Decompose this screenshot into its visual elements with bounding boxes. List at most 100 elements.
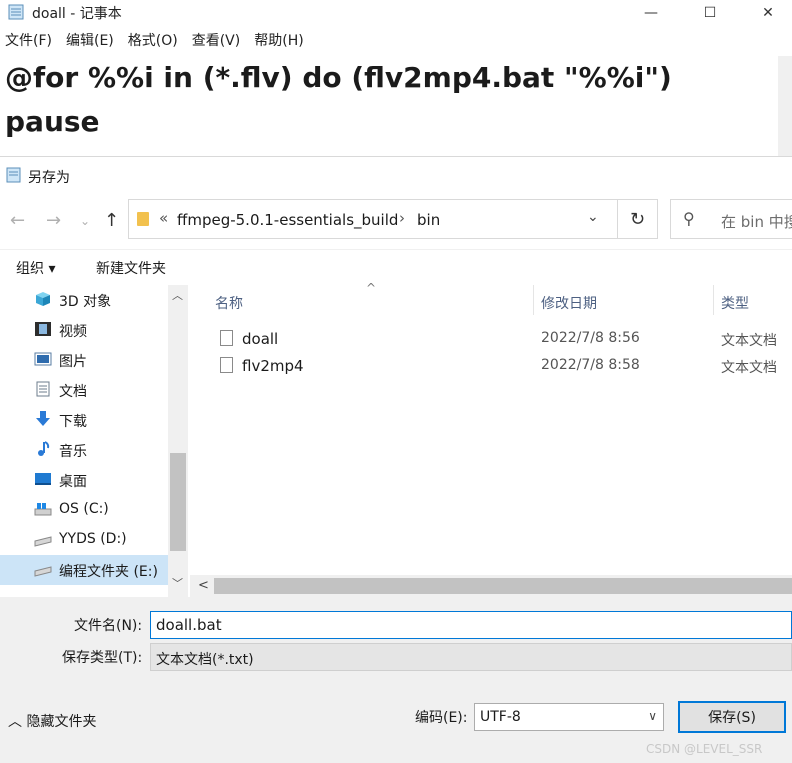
new-folder-button[interactable]: 新建文件夹	[96, 258, 166, 278]
search-box[interactable]: ⚲ 在 bin 中搜	[670, 199, 792, 239]
search-icon: ⚲	[683, 209, 695, 228]
scroll-left-icon[interactable]: <	[198, 578, 209, 593]
horizontal-scrollbar[interactable]: <	[190, 575, 792, 597]
menu-view[interactable]: 查看(V)	[192, 30, 241, 54]
nav-item-downloads[interactable]: 下载	[0, 405, 168, 435]
nav-scrollbar[interactable]: ︿ ﹀	[168, 285, 188, 597]
file-row[interactable]: doall 2022/7/8 8:56 文本文档	[190, 326, 792, 352]
desktop-icon	[35, 473, 51, 485]
column-divider[interactable]	[713, 285, 714, 315]
dialog-footer: 文件名(N): doall.bat 保存类型(T): 文本文档(*.txt) ︿…	[0, 597, 792, 763]
notepad-icon	[8, 4, 24, 20]
scroll-down-icon[interactable]: ﹀	[172, 575, 183, 591]
notepad-text-area[interactable]: @for %%i in (*.flv) do (flv2mp4.bat "%%i…	[0, 56, 778, 156]
filename-input[interactable]: doall.bat	[150, 611, 792, 639]
file-date: 2022/7/8 8:56	[541, 330, 640, 346]
nav-item-label: 文档	[59, 384, 87, 400]
notepad-scrollbar[interactable]	[778, 56, 792, 156]
chevron-down-icon: ∨	[648, 709, 657, 723]
drive-icon	[34, 566, 52, 577]
file-row[interactable]: flv2mp4 2022/7/8 8:58 文本文档	[190, 353, 792, 379]
text-file-icon	[220, 357, 233, 373]
nav-item-pictures[interactable]: 图片	[0, 345, 168, 375]
windows-drive-icon	[34, 503, 52, 516]
cube-icon	[36, 292, 50, 306]
nav-item-label: 图片	[59, 354, 87, 370]
column-header-type[interactable]: 类型	[721, 293, 749, 313]
watermark: CSDN @LEVEL_SSR	[646, 742, 763, 756]
breadcrumb-segment[interactable]: bin	[417, 211, 440, 229]
maximize-button[interactable]: ☐	[686, 0, 734, 26]
hide-folders-toggle[interactable]: ︿ 隐藏文件夹	[8, 711, 96, 731]
filetype-label: 保存类型(T):	[62, 650, 143, 666]
nav-item-label: 3D 对象	[59, 294, 112, 310]
music-note-icon	[38, 441, 50, 456]
refresh-icon: ↻	[629, 208, 646, 230]
scroll-thumb[interactable]	[214, 578, 792, 594]
up-arrow-icon[interactable]: ↑	[104, 210, 119, 231]
drive-icon	[34, 536, 52, 547]
text-file-icon	[220, 330, 233, 346]
nav-item-label: YYDS (D:)	[59, 531, 127, 547]
scroll-up-icon[interactable]: ︿	[172, 287, 183, 303]
filename-label: 文件名(N):	[74, 618, 143, 634]
column-header-name[interactable]: 名称	[215, 293, 243, 313]
menu-format[interactable]: 格式(O)	[128, 30, 178, 54]
nav-item-music[interactable]: 音乐	[0, 435, 168, 465]
file-type: 文本文档	[721, 333, 777, 349]
column-header-modified[interactable]: 修改日期	[541, 293, 597, 313]
file-type: 文本文档	[721, 360, 777, 376]
text-line: @for %%i in (*.flv) do (flv2mp4.bat "%%i…	[5, 61, 672, 94]
nav-item-label: 视频	[59, 324, 87, 340]
file-date: 2022/7/8 8:58	[541, 357, 640, 373]
dialog-title-bar: 另存为	[0, 157, 792, 193]
refresh-button[interactable]: ↻	[617, 200, 657, 238]
nav-item-label: 桌面	[59, 474, 87, 490]
breadcrumb-separator[interactable]: ›	[399, 209, 405, 227]
minimize-button[interactable]: —	[627, 0, 675, 26]
navigation-pane: 3D 对象 视频 图片 文档 下载 音乐 桌面 OS (C:) YYDS (D:…	[0, 285, 168, 595]
nav-item-3d-objects[interactable]: 3D 对象	[0, 285, 168, 315]
notepad-title-bar: doall - 记事本 — ☐ ✕	[0, 0, 792, 26]
notepad-icon	[6, 167, 21, 183]
document-icon	[36, 381, 50, 397]
nav-item-videos[interactable]: 视频	[0, 315, 168, 345]
file-list: ^ 名称 修改日期 类型 doall 2022/7/8 8:56 文本文档 fl…	[190, 281, 792, 575]
film-icon	[35, 322, 51, 336]
nav-item-drive-e[interactable]: 编程文件夹 (E:)	[0, 555, 168, 585]
download-arrow-icon	[36, 411, 50, 426]
breadcrumb-segment[interactable]: ffmpeg-5.0.1-essentials_build	[177, 211, 398, 229]
chevron-down-icon[interactable]: ⌄	[587, 209, 599, 225]
chevron-up-icon: ︿	[8, 714, 22, 730]
encoding-select[interactable]: UTF-8 ∨	[474, 703, 664, 731]
overflow-chevrons[interactable]: «	[159, 209, 168, 227]
forward-arrow-icon[interactable]: →	[46, 210, 61, 231]
picture-icon	[34, 352, 52, 366]
save-as-dialog: 另存为 ← → ⌄ ↑ « ffmpeg-5.0.1-essentials_bu…	[0, 156, 792, 763]
organize-button[interactable]: 组织 ▾	[16, 258, 55, 278]
file-name: flv2mp4	[242, 357, 304, 375]
column-divider[interactable]	[533, 285, 534, 315]
nav-item-drive-d[interactable]: YYDS (D:)	[0, 525, 168, 555]
sort-indicator-icon: ^	[366, 281, 377, 295]
nav-item-desktop[interactable]: 桌面	[0, 465, 168, 495]
scroll-thumb[interactable]	[170, 453, 186, 551]
menu-help[interactable]: 帮助(H)	[254, 30, 303, 54]
command-bar: 组织 ▾ 新建文件夹	[0, 249, 792, 283]
back-arrow-icon[interactable]: ←	[10, 210, 25, 231]
dialog-title: 另存为	[28, 170, 70, 186]
nav-item-label: 下载	[59, 414, 87, 430]
search-placeholder: 在 bin 中搜	[721, 213, 792, 231]
file-name: doall	[242, 330, 279, 348]
save-button[interactable]: 保存(S)	[678, 701, 786, 733]
menu-edit[interactable]: 编辑(E)	[66, 30, 114, 54]
recent-chevron-down-icon[interactable]: ⌄	[80, 214, 90, 228]
address-bar[interactable]: « ffmpeg-5.0.1-essentials_build › bin ⌄ …	[128, 199, 658, 239]
nav-item-drive-c[interactable]: OS (C:)	[0, 495, 168, 525]
menu-file[interactable]: 文件(F)	[5, 30, 52, 54]
nav-item-documents[interactable]: 文档	[0, 375, 168, 405]
close-button[interactable]: ✕	[744, 0, 792, 26]
nav-item-label: 音乐	[59, 444, 87, 460]
nav-item-label: OS (C:)	[59, 501, 109, 517]
filetype-select[interactable]: 文本文档(*.txt)	[150, 643, 792, 671]
